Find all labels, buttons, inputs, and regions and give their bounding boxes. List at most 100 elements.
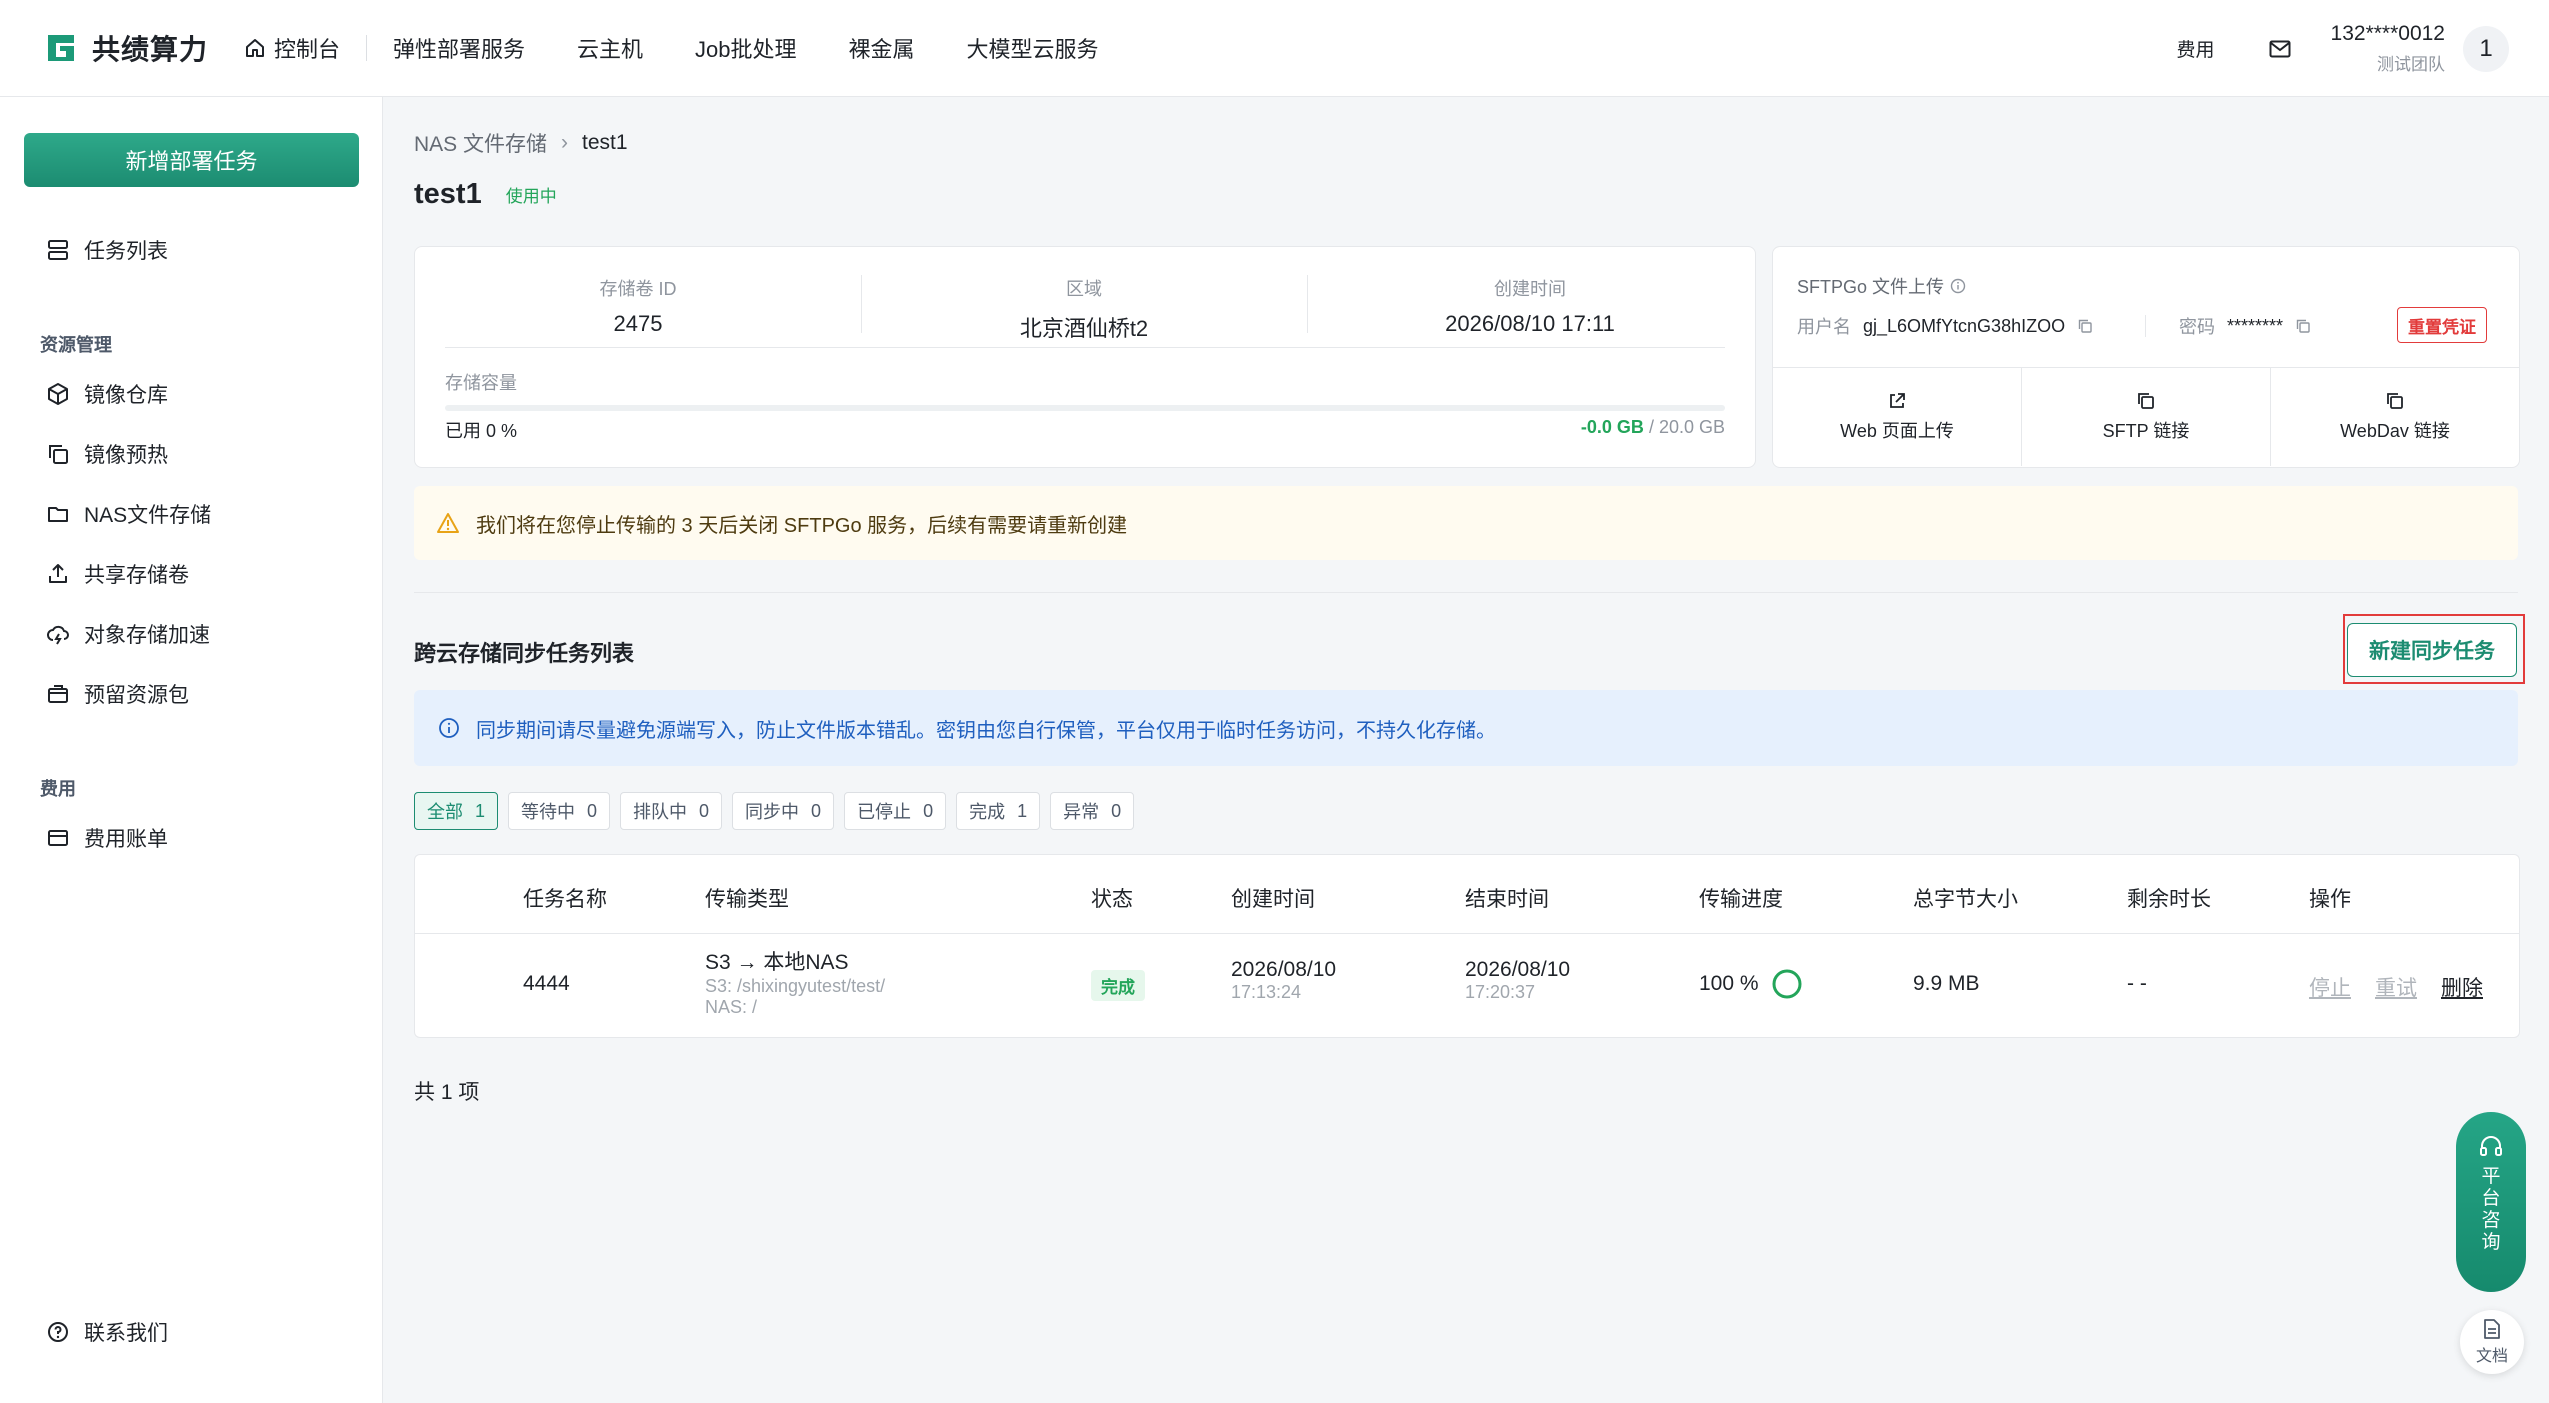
- filter-count: 1: [475, 800, 486, 821]
- sidebar-item-label: NAS文件存储: [84, 504, 212, 527]
- cloud-accelerate-icon: [47, 625, 69, 645]
- nav-cloud-host[interactable]: 云主机: [551, 32, 669, 64]
- mail-icon[interactable]: [2269, 40, 2291, 58]
- column-header: 操作: [2309, 888, 2351, 911]
- sidebar-item-label: 镜像预热: [84, 444, 168, 467]
- region-value: 北京酒仙桥t2: [1019, 316, 1149, 341]
- nav-llm-cloud[interactable]: 大模型云服务: [941, 32, 1125, 64]
- status-filters: 全部 1 等待中 0 排队中 0 同步中 0 已停止 0 完成 1 异常 0: [414, 792, 1135, 830]
- status-badge: 完成: [1091, 970, 1145, 1001]
- volume-id-value: 2475: [613, 311, 663, 336]
- reset-credential-button[interactable]: 重置凭证: [2397, 307, 2487, 343]
- created-value: 2026/08/10 17:11: [1445, 311, 1615, 336]
- sidebar-item-reserved-package[interactable]: 预留资源包: [46, 679, 189, 709]
- sync-task-table: 任务名称 传输类型 状态 创建时间 结束时间 传输进度 总字节大小 剩余时长 操…: [414, 854, 2520, 1038]
- sidebar-item-label: 联系我们: [84, 1322, 168, 1345]
- total-amount: / 20.0 GB: [1648, 417, 1725, 437]
- capacity-label: 存储容量: [445, 373, 517, 393]
- sidebar-item-nas-storage[interactable]: NAS文件存储: [46, 499, 211, 529]
- delete-button[interactable]: 删除: [2441, 972, 2483, 1002]
- sync-section-title: 跨云存储同步任务列表: [414, 641, 635, 666]
- sidebar-item-contact[interactable]: 联系我们: [46, 1317, 168, 1347]
- platform-consult-button[interactable]: 平台咨询: [2456, 1112, 2526, 1292]
- header-right: 费用 132****0012 测试团队 1: [2177, 22, 2509, 75]
- docs-button[interactable]: 文档: [2460, 1310, 2524, 1374]
- filter-queued[interactable]: 排队中 0: [620, 792, 723, 830]
- page-title: test1: [414, 178, 482, 210]
- nav-label: 弹性部署服务: [393, 37, 526, 62]
- logo[interactable]: 共绩算力: [44, 28, 208, 68]
- created-field: 创建时间 2026/08/10 17:11: [1307, 275, 1753, 337]
- filter-label: 排队中: [633, 802, 688, 822]
- nav-console[interactable]: 控制台: [244, 32, 366, 64]
- progress-ring-icon: [1772, 969, 1802, 999]
- password-value: ********: [2227, 315, 2284, 336]
- nav-job-batch[interactable]: Job批处理: [669, 32, 822, 64]
- top-nav: 控制台 弹性部署服务 云主机 Job批处理 裸金属 大模型云服务: [244, 30, 1125, 66]
- filter-waiting[interactable]: 等待中 0: [508, 792, 611, 830]
- breadcrumb-parent[interactable]: NAS 文件存储: [414, 128, 547, 158]
- sidebar-item-object-storage-accel[interactable]: 对象存储加速: [46, 619, 210, 649]
- filter-count: 1: [1017, 800, 1028, 821]
- sidebar-item-task-list[interactable]: 任务列表: [46, 235, 168, 265]
- sftp-card: SFTPGo 文件上传 用户名 gj_L6OMfYtcnG38hIZOO 密码 …: [1772, 246, 2520, 468]
- sidebar-item-label: 共享存储卷: [84, 564, 189, 587]
- action-label: WebDav 链接: [2340, 421, 2450, 441]
- nav-label: Job批处理: [695, 37, 797, 62]
- new-sync-task-button[interactable]: 新建同步任务: [2347, 623, 2517, 677]
- username-value: gj_L6OMfYtcnG38hIZOO: [1863, 315, 2066, 336]
- filter-count: 0: [1111, 800, 1122, 821]
- sync-info-text: 同步期间请尽量避免源端写入，防止文件版本错乱。密钥由您自行保管，平台仅用于临时任…: [476, 719, 1496, 742]
- nav-label: 裸金属: [848, 37, 915, 62]
- region-label: 区域: [1066, 279, 1102, 299]
- column-header: 剩余时长: [2127, 888, 2211, 911]
- external-link-icon: [1890, 393, 1905, 408]
- filter-all[interactable]: 全部 1: [414, 792, 499, 830]
- total-size: 9.9 MB: [1913, 972, 1980, 995]
- status-badge: 使用中: [505, 187, 557, 206]
- new-deploy-task-button[interactable]: 新增部署任务: [24, 133, 359, 187]
- action-label: Web 页面上传: [1840, 421, 1954, 441]
- copy-icon[interactable]: [2077, 318, 2093, 334]
- sidebar-item-image-repo[interactable]: 镜像仓库: [46, 379, 168, 409]
- username-label: 用户名: [1797, 317, 1851, 337]
- used-percent: 已用 0 %: [445, 421, 518, 441]
- nav-elastic-deploy[interactable]: 弹性部署服务: [367, 32, 551, 64]
- avatar[interactable]: 1: [2463, 25, 2509, 72]
- created-time: 17:13:24: [1231, 982, 1302, 1002]
- home-icon: [246, 39, 264, 57]
- sidebar-group-resources: 资源管理: [40, 335, 112, 355]
- filter-error[interactable]: 异常 0: [1050, 792, 1135, 830]
- filter-label: 同步中: [745, 802, 800, 822]
- sidebar-item-label: 镜像仓库: [84, 384, 168, 407]
- progress-text: 100 %: [1699, 972, 1759, 995]
- sidebar-item-image-preheat[interactable]: 镜像预热: [46, 439, 168, 469]
- sidebar-item-shared-volume[interactable]: 共享存储卷: [46, 559, 189, 589]
- sftp-link-button[interactable]: SFTP 链接: [2022, 368, 2270, 466]
- webdav-link-button[interactable]: WebDav 链接: [2271, 368, 2519, 466]
- nav-bare-metal[interactable]: 裸金属: [823, 32, 941, 64]
- filter-label: 完成: [969, 802, 1006, 822]
- logo-text: 共绩算力: [92, 34, 209, 65]
- chevron-right-icon: ›: [561, 131, 569, 154]
- warning-text: 我们将在您停止传输的 3 天后关闭 SFTPGo 服务，后续有需要请重新创建: [476, 514, 1128, 537]
- user-info[interactable]: 132****0012 测试团队: [2331, 22, 2445, 75]
- sidebar-item-billing[interactable]: 费用账单: [46, 823, 168, 853]
- operations-cell: 停止 重试 删除: [2309, 972, 2483, 1002]
- filter-completed[interactable]: 完成 1: [956, 792, 1041, 830]
- copy-icon[interactable]: [2295, 318, 2311, 334]
- copy-icon: [2387, 393, 2403, 409]
- end-date: 2026/08/10: [1465, 958, 1571, 981]
- filter-syncing[interactable]: 同步中 0: [732, 792, 835, 830]
- retry-button[interactable]: 重试: [2375, 972, 2417, 1002]
- share-upload-icon: [49, 564, 67, 583]
- filter-label: 已停止: [857, 802, 912, 822]
- web-upload-button[interactable]: Web 页面上传: [1773, 368, 2021, 466]
- info-circle-icon[interactable]: [1950, 278, 1966, 294]
- card-icon: [48, 830, 68, 846]
- fee-link[interactable]: 费用: [2177, 35, 2215, 62]
- capacity-amount: -0.0 GB / 20.0 GB: [1581, 417, 1725, 438]
- stop-button[interactable]: 停止: [2309, 972, 2351, 1002]
- filter-stopped[interactable]: 已停止 0: [844, 792, 947, 830]
- filter-count: 0: [699, 800, 710, 821]
